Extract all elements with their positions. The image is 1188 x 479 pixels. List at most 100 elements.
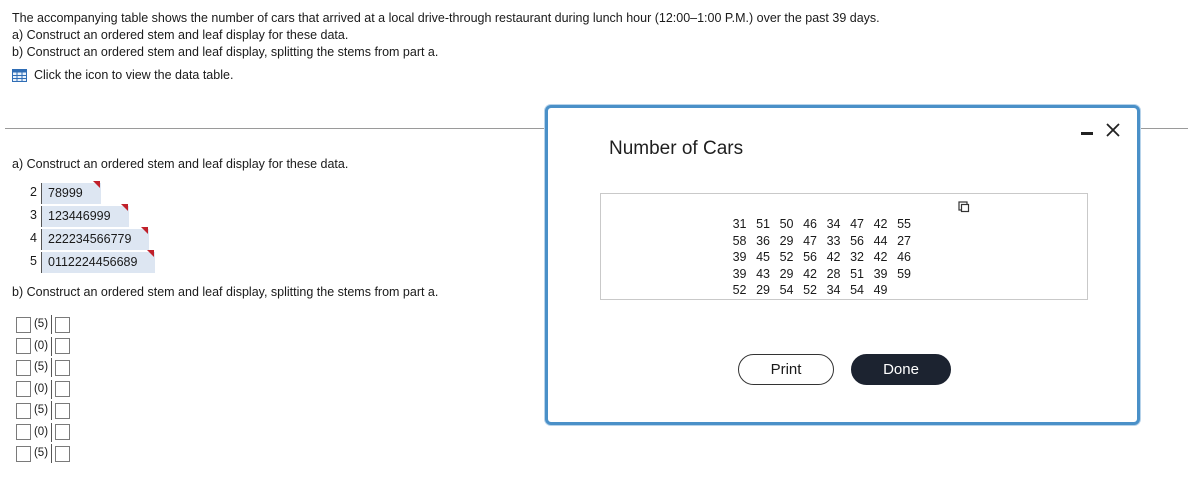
- split-marker: (0): [31, 379, 52, 399]
- data-cell: 33: [826, 233, 841, 248]
- data-cell: 56: [850, 233, 864, 248]
- intro-line-3: b) Construct an ordered stem and leaf di…: [12, 45, 439, 59]
- data-table-link-text[interactable]: Click the icon to view the data table.: [34, 67, 233, 84]
- part-a-label: a) Construct an ordered stem and leaf di…: [12, 157, 349, 171]
- stem-leaf-row: 3 123446999: [23, 204, 155, 228]
- data-cell: 51: [756, 217, 770, 232]
- split-stem-row: (5): [16, 357, 70, 379]
- split-stem-row: (0): [16, 336, 70, 358]
- data-cell: 27: [897, 233, 911, 248]
- leaf-input[interactable]: [55, 338, 70, 355]
- incorrect-flag-icon: [141, 227, 149, 234]
- data-cell: 42: [873, 250, 888, 265]
- data-table-panel: 31 51 50 46 34 47 42 55 58 36 29 47 33 56 44 27 39 45 52 56…: [600, 193, 1088, 300]
- incorrect-flag-icon: [92, 181, 100, 188]
- split-stem-row: (0): [16, 422, 70, 444]
- stem-input[interactable]: [16, 445, 31, 462]
- leaf-answer-field[interactable]: 78999: [41, 181, 101, 204]
- data-cell: 52: [732, 283, 747, 298]
- leaf-values: 0112224456689: [48, 255, 138, 269]
- split-stem-row: (5): [16, 314, 70, 336]
- data-table-link[interactable]: Click the icon to view the data table.: [12, 67, 880, 84]
- leaf-input[interactable]: [55, 316, 70, 333]
- data-cell: 29: [779, 266, 794, 281]
- table-grid-icon[interactable]: [12, 69, 27, 82]
- data-cell: 47: [850, 217, 864, 232]
- data-cell: 34: [826, 217, 841, 232]
- data-cell: 55: [897, 217, 911, 232]
- stem-input[interactable]: [16, 359, 31, 376]
- split-stem-row: (5): [16, 400, 70, 422]
- data-table-dialog: Number of Cars 31 51 50 46 34 47 42 55 58 36 29 47 3…: [545, 105, 1140, 425]
- incorrect-flag-icon: [120, 204, 128, 211]
- stem-input[interactable]: [16, 338, 31, 355]
- split-marker: (5): [31, 315, 52, 335]
- leaf-input[interactable]: [55, 359, 70, 376]
- data-table-row: 31 51 50 46 34 47 42 55: [723, 216, 911, 233]
- data-cell: 42: [826, 250, 841, 265]
- part-b-split-stem-display: (5) (0) (5) (0) (5) (0) (5): [16, 314, 70, 465]
- split-marker: (0): [31, 336, 52, 356]
- incorrect-flag-icon: [147, 250, 155, 257]
- leaf-values: 78999: [48, 186, 83, 200]
- split-marker: (5): [31, 358, 52, 378]
- stem-input[interactable]: [16, 424, 31, 441]
- dialog-title: Number of Cars: [609, 138, 744, 159]
- split-marker: (5): [31, 401, 52, 421]
- leaf-answer-field[interactable]: 0112224456689: [41, 250, 156, 273]
- done-button[interactable]: Done: [851, 354, 951, 385]
- stem-value: 2: [30, 185, 37, 199]
- data-cell: 54: [779, 283, 794, 298]
- data-table-row: 39 43 29 42 28 51 39 59: [723, 266, 911, 283]
- data-cell: 39: [873, 266, 888, 281]
- leaf-values: 123446999: [48, 209, 111, 223]
- data-table-row: 58 36 29 47 33 56 44 27: [723, 233, 911, 250]
- data-cell: 36: [756, 233, 770, 248]
- leaf-answer-field[interactable]: 222234566779: [41, 227, 150, 250]
- leaf-input[interactable]: [55, 424, 70, 441]
- data-cell: 46: [803, 217, 817, 232]
- stem-leaf-row: 4 222234566779: [23, 227, 155, 251]
- cars-data-table: 31 51 50 46 34 47 42 55 58 36 29 47 33 56 44 27 39 45 52 56…: [723, 216, 911, 299]
- leaf-values: 222234566779: [48, 232, 132, 246]
- stem-value: 5: [30, 254, 37, 268]
- intro-line-2: a) Construct an ordered stem and leaf di…: [12, 28, 349, 42]
- leaf-input[interactable]: [55, 445, 70, 462]
- data-cell: 43: [756, 266, 770, 281]
- data-cell: 29: [779, 233, 794, 248]
- split-marker: (0): [31, 422, 52, 442]
- print-button[interactable]: Print: [738, 354, 834, 385]
- intro-line-1: The accompanying table shows the number …: [12, 11, 880, 25]
- leaf-input[interactable]: [55, 402, 70, 419]
- split-stem-row: (0): [16, 379, 70, 401]
- split-marker: (5): [31, 444, 52, 464]
- data-cell: 46: [897, 250, 911, 265]
- data-cell: 32: [850, 250, 864, 265]
- leaf-input[interactable]: [55, 381, 70, 398]
- minimize-button[interactable]: [1080, 124, 1094, 138]
- part-a-stem-leaf-display: 2 78999 3 123446999 4 222234566779 5 011…: [23, 181, 156, 274]
- data-cell: 39: [732, 250, 747, 265]
- stem-input[interactable]: [16, 402, 31, 419]
- data-cell: 54: [850, 283, 864, 298]
- data-table-row: 52 29 54 52 34 54 49: [723, 282, 911, 299]
- data-cell: 49: [873, 283, 888, 298]
- close-icon[interactable]: [1104, 121, 1122, 139]
- data-cell: 52: [803, 283, 817, 298]
- copy-icon[interactable]: [958, 201, 970, 213]
- data-cell: 29: [756, 283, 770, 298]
- stem-input[interactable]: [16, 381, 31, 398]
- problem-statement: The accompanying table shows the number …: [12, 10, 880, 84]
- data-cell: 42: [803, 266, 817, 281]
- leaf-answer-field[interactable]: 123446999: [41, 204, 129, 227]
- data-table-row: 39 45 52 56 42 32 42 46: [723, 249, 911, 266]
- data-cell: 52: [779, 250, 794, 265]
- stem-value: 4: [30, 231, 37, 245]
- stem-input[interactable]: [16, 316, 31, 333]
- data-cell: 28: [826, 266, 841, 281]
- stem-value: 3: [30, 208, 37, 222]
- stem-leaf-row: 2 78999: [23, 181, 155, 205]
- data-cell: 59: [897, 266, 911, 281]
- data-cell: 47: [803, 233, 817, 248]
- data-cell: 31: [732, 217, 747, 232]
